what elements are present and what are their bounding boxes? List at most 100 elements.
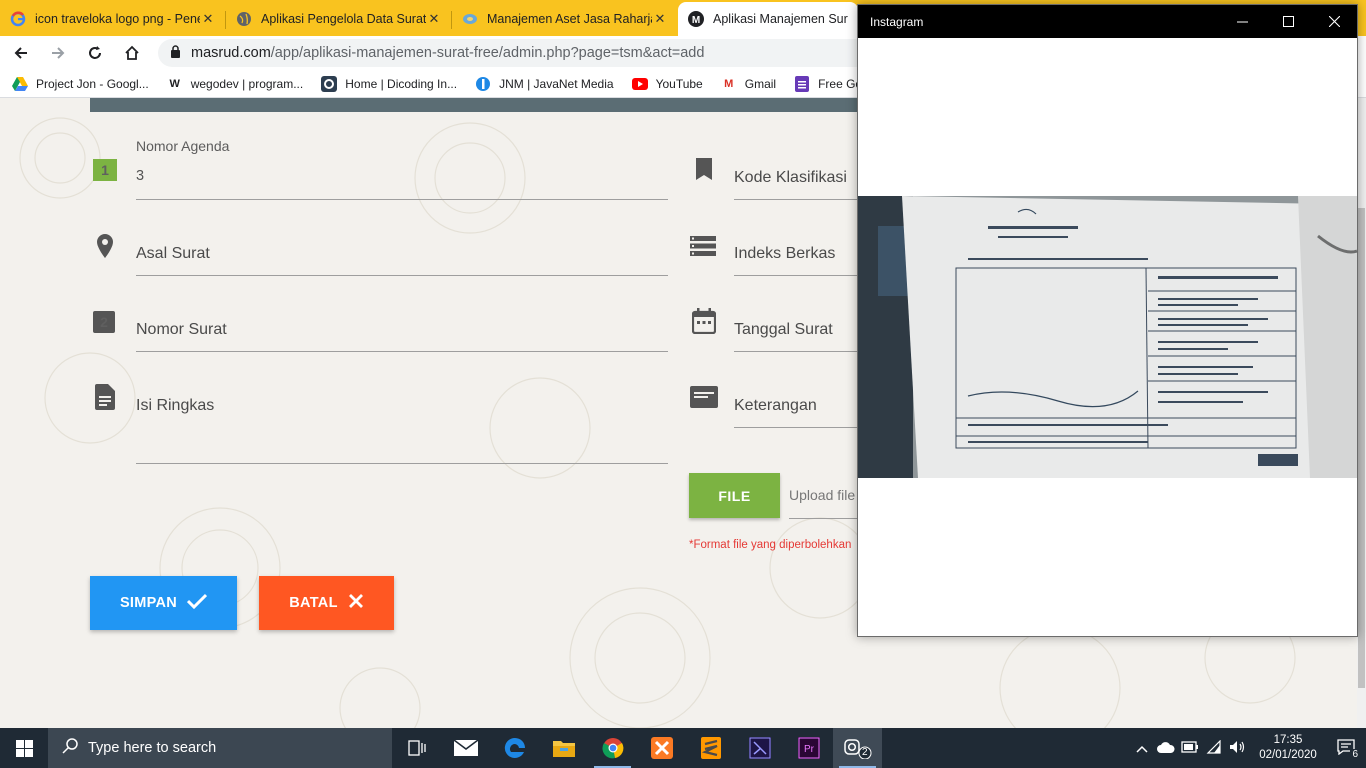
bookmark-jnm[interactable]: JNM | JavaNet Media bbox=[475, 76, 614, 92]
card-header-band bbox=[90, 98, 870, 112]
scroll-thumb[interactable] bbox=[1358, 208, 1365, 688]
bookmark-label: JNM | JavaNet Media bbox=[499, 76, 614, 91]
close-icon[interactable] bbox=[1311, 5, 1357, 38]
jasa-raharja-icon bbox=[462, 11, 478, 27]
cancel-label: BATAL bbox=[289, 595, 338, 611]
back-arrow-icon[interactable] bbox=[5, 37, 37, 69]
instagram-taskbar-icon[interactable]: 2 bbox=[833, 728, 882, 768]
bookmark-label: Project Jon - Googl... bbox=[36, 76, 149, 91]
kode-klasifikasi-field[interactable]: Kode Klasifikasi bbox=[693, 156, 874, 200]
jnm-icon bbox=[475, 76, 491, 92]
keterangan-label: Keterangan bbox=[734, 397, 817, 414]
taskbar-search-box[interactable]: Type here to search bbox=[48, 728, 392, 768]
isi-ringkas-label: Isi Ringkas bbox=[136, 397, 215, 414]
instagram-title: Instagram bbox=[870, 14, 924, 29]
instagram-titlebar[interactable]: Instagram bbox=[858, 5, 1357, 38]
tanggal-surat-underline bbox=[734, 351, 874, 352]
tanggal-surat-field[interactable]: Tanggal Surat bbox=[691, 308, 874, 352]
clock-time: 17:35 bbox=[1273, 734, 1303, 746]
nomor-agenda-input[interactable]: 3 bbox=[136, 168, 666, 184]
calendar-icon bbox=[691, 308, 717, 339]
wegodev-icon: W bbox=[169, 77, 180, 90]
dicoding-icon bbox=[321, 75, 338, 92]
bookmark-label: Gmail bbox=[744, 76, 777, 91]
mail-icon[interactable] bbox=[441, 728, 490, 768]
format-note: *Format file yang diperbolehkan bbox=[689, 539, 852, 551]
bookmark-wegodev[interactable]: W wegodev | program... bbox=[167, 76, 304, 92]
tab-aplikasi-manajemen-surat[interactable]: M Aplikasi Manajemen Sura bbox=[678, 2, 858, 36]
kode-klasifikasi-underline bbox=[734, 199, 874, 200]
keterangan-field[interactable]: Keterangan bbox=[690, 384, 874, 428]
wifi-icon[interactable] bbox=[1202, 739, 1226, 757]
close-icon[interactable]: ✕ bbox=[200, 11, 216, 27]
svg-text:Pr: Pr bbox=[804, 744, 815, 755]
save-button[interactable]: SIMPAN bbox=[90, 576, 237, 630]
nomor-surat-label: Nomor Surat bbox=[136, 321, 227, 338]
task-view-icon[interactable] bbox=[392, 728, 441, 768]
sublime-text-icon[interactable] bbox=[686, 728, 735, 768]
forward-arrow-icon[interactable] bbox=[42, 37, 74, 69]
volume-icon[interactable] bbox=[1226, 740, 1250, 757]
url-path: /app/aplikasi-manajemen-surat-free/admin… bbox=[270, 45, 705, 61]
bookmark-dicoding[interactable]: Home | Dicoding In... bbox=[321, 75, 458, 92]
file-button[interactable]: FILE bbox=[689, 473, 780, 518]
reload-icon[interactable] bbox=[79, 37, 111, 69]
nomor-surat-field[interactable]: 2 Nomor Surat bbox=[93, 308, 668, 352]
save-label: SIMPAN bbox=[119, 595, 178, 611]
bookmark-gmail[interactable]: M Gmail bbox=[721, 76, 776, 92]
nomor-agenda-label: Nomor Agenda bbox=[136, 138, 230, 154]
tab-title: Manajemen Aset Jasa Raharja bbox=[487, 12, 652, 26]
chevron-up-icon[interactable] bbox=[1130, 741, 1154, 756]
notes-icon bbox=[690, 386, 718, 413]
instagram-post-photo[interactable] bbox=[858, 196, 1357, 478]
premiere-pro-icon[interactable]: Pr bbox=[784, 728, 833, 768]
file-explorer-icon[interactable] bbox=[539, 728, 588, 768]
home-icon[interactable] bbox=[116, 37, 148, 69]
google-icon bbox=[10, 11, 26, 27]
notification-center-icon[interactable]: 6 bbox=[1326, 738, 1366, 760]
isi-ringkas-field[interactable]: Isi Ringkas bbox=[93, 384, 668, 464]
asal-surat-field[interactable]: Asal Surat bbox=[93, 232, 668, 276]
tab-title: icon traveloka logo png - Pene bbox=[35, 12, 200, 26]
google-forms-icon bbox=[794, 75, 810, 92]
page-scrollbar[interactable] bbox=[1357, 98, 1366, 728]
nomor-surat-underline bbox=[136, 351, 668, 352]
chrome-icon[interactable] bbox=[588, 728, 637, 768]
battery-icon[interactable] bbox=[1178, 740, 1202, 756]
indeks-berkas-label: Indeks Berkas bbox=[734, 245, 836, 262]
upload-file-input[interactable]: Upload file bbox=[789, 487, 855, 503]
notification-count: 6 bbox=[1350, 748, 1360, 760]
tab-manajemen-aset[interactable]: Manajemen Aset Jasa Raharja ✕ bbox=[452, 2, 678, 36]
clock[interactable]: 17:35 02/01/2020 bbox=[1250, 733, 1326, 763]
maximize-icon[interactable] bbox=[1265, 5, 1311, 38]
tab-title: Aplikasi Manajemen Sura bbox=[713, 12, 848, 26]
isi-ringkas-underline bbox=[136, 463, 668, 464]
search-placeholder: Type here to search bbox=[88, 740, 217, 756]
location-pin-icon bbox=[96, 234, 114, 263]
tab-aplikasi-pengelola[interactable]: Aplikasi Pengelola Data Surat ✕ bbox=[226, 2, 452, 36]
xampp-icon[interactable] bbox=[637, 728, 686, 768]
m-logo-icon: M bbox=[688, 11, 704, 27]
minimize-icon[interactable] bbox=[1219, 5, 1265, 38]
google-drive-icon bbox=[12, 76, 28, 92]
kode-klasifikasi-label: Kode Klasifikasi bbox=[734, 169, 847, 186]
onedrive-cloud-icon[interactable] bbox=[1154, 741, 1178, 756]
cancel-button[interactable]: BATAL bbox=[259, 576, 394, 630]
after-effects-icon[interactable] bbox=[735, 728, 784, 768]
indeks-berkas-field[interactable]: Indeks Berkas bbox=[690, 232, 874, 276]
bookmark-youtube[interactable]: YouTube bbox=[631, 76, 703, 92]
edge-browser-icon[interactable] bbox=[490, 728, 539, 768]
youtube-icon bbox=[631, 76, 648, 92]
tab-traveloka-search[interactable]: icon traveloka logo png - Pene ✕ bbox=[0, 2, 226, 36]
bookmark-project-jon[interactable]: Project Jon - Googl... bbox=[12, 76, 149, 92]
bookmark-label: wegodev | program... bbox=[190, 76, 304, 91]
svg-text:M: M bbox=[692, 15, 700, 26]
bookmark-label: Home | Dicoding In... bbox=[345, 76, 458, 91]
number-two-icon: 2 bbox=[93, 311, 115, 333]
close-icon[interactable]: ✕ bbox=[652, 11, 668, 27]
indeks-berkas-underline bbox=[734, 275, 874, 276]
close-icon[interactable]: ✕ bbox=[426, 11, 442, 27]
nomor-agenda-field: 1 Nomor Agenda 3 bbox=[93, 138, 668, 200]
instagram-window: Instagram bbox=[857, 4, 1358, 637]
windows-start-icon[interactable] bbox=[0, 728, 48, 768]
